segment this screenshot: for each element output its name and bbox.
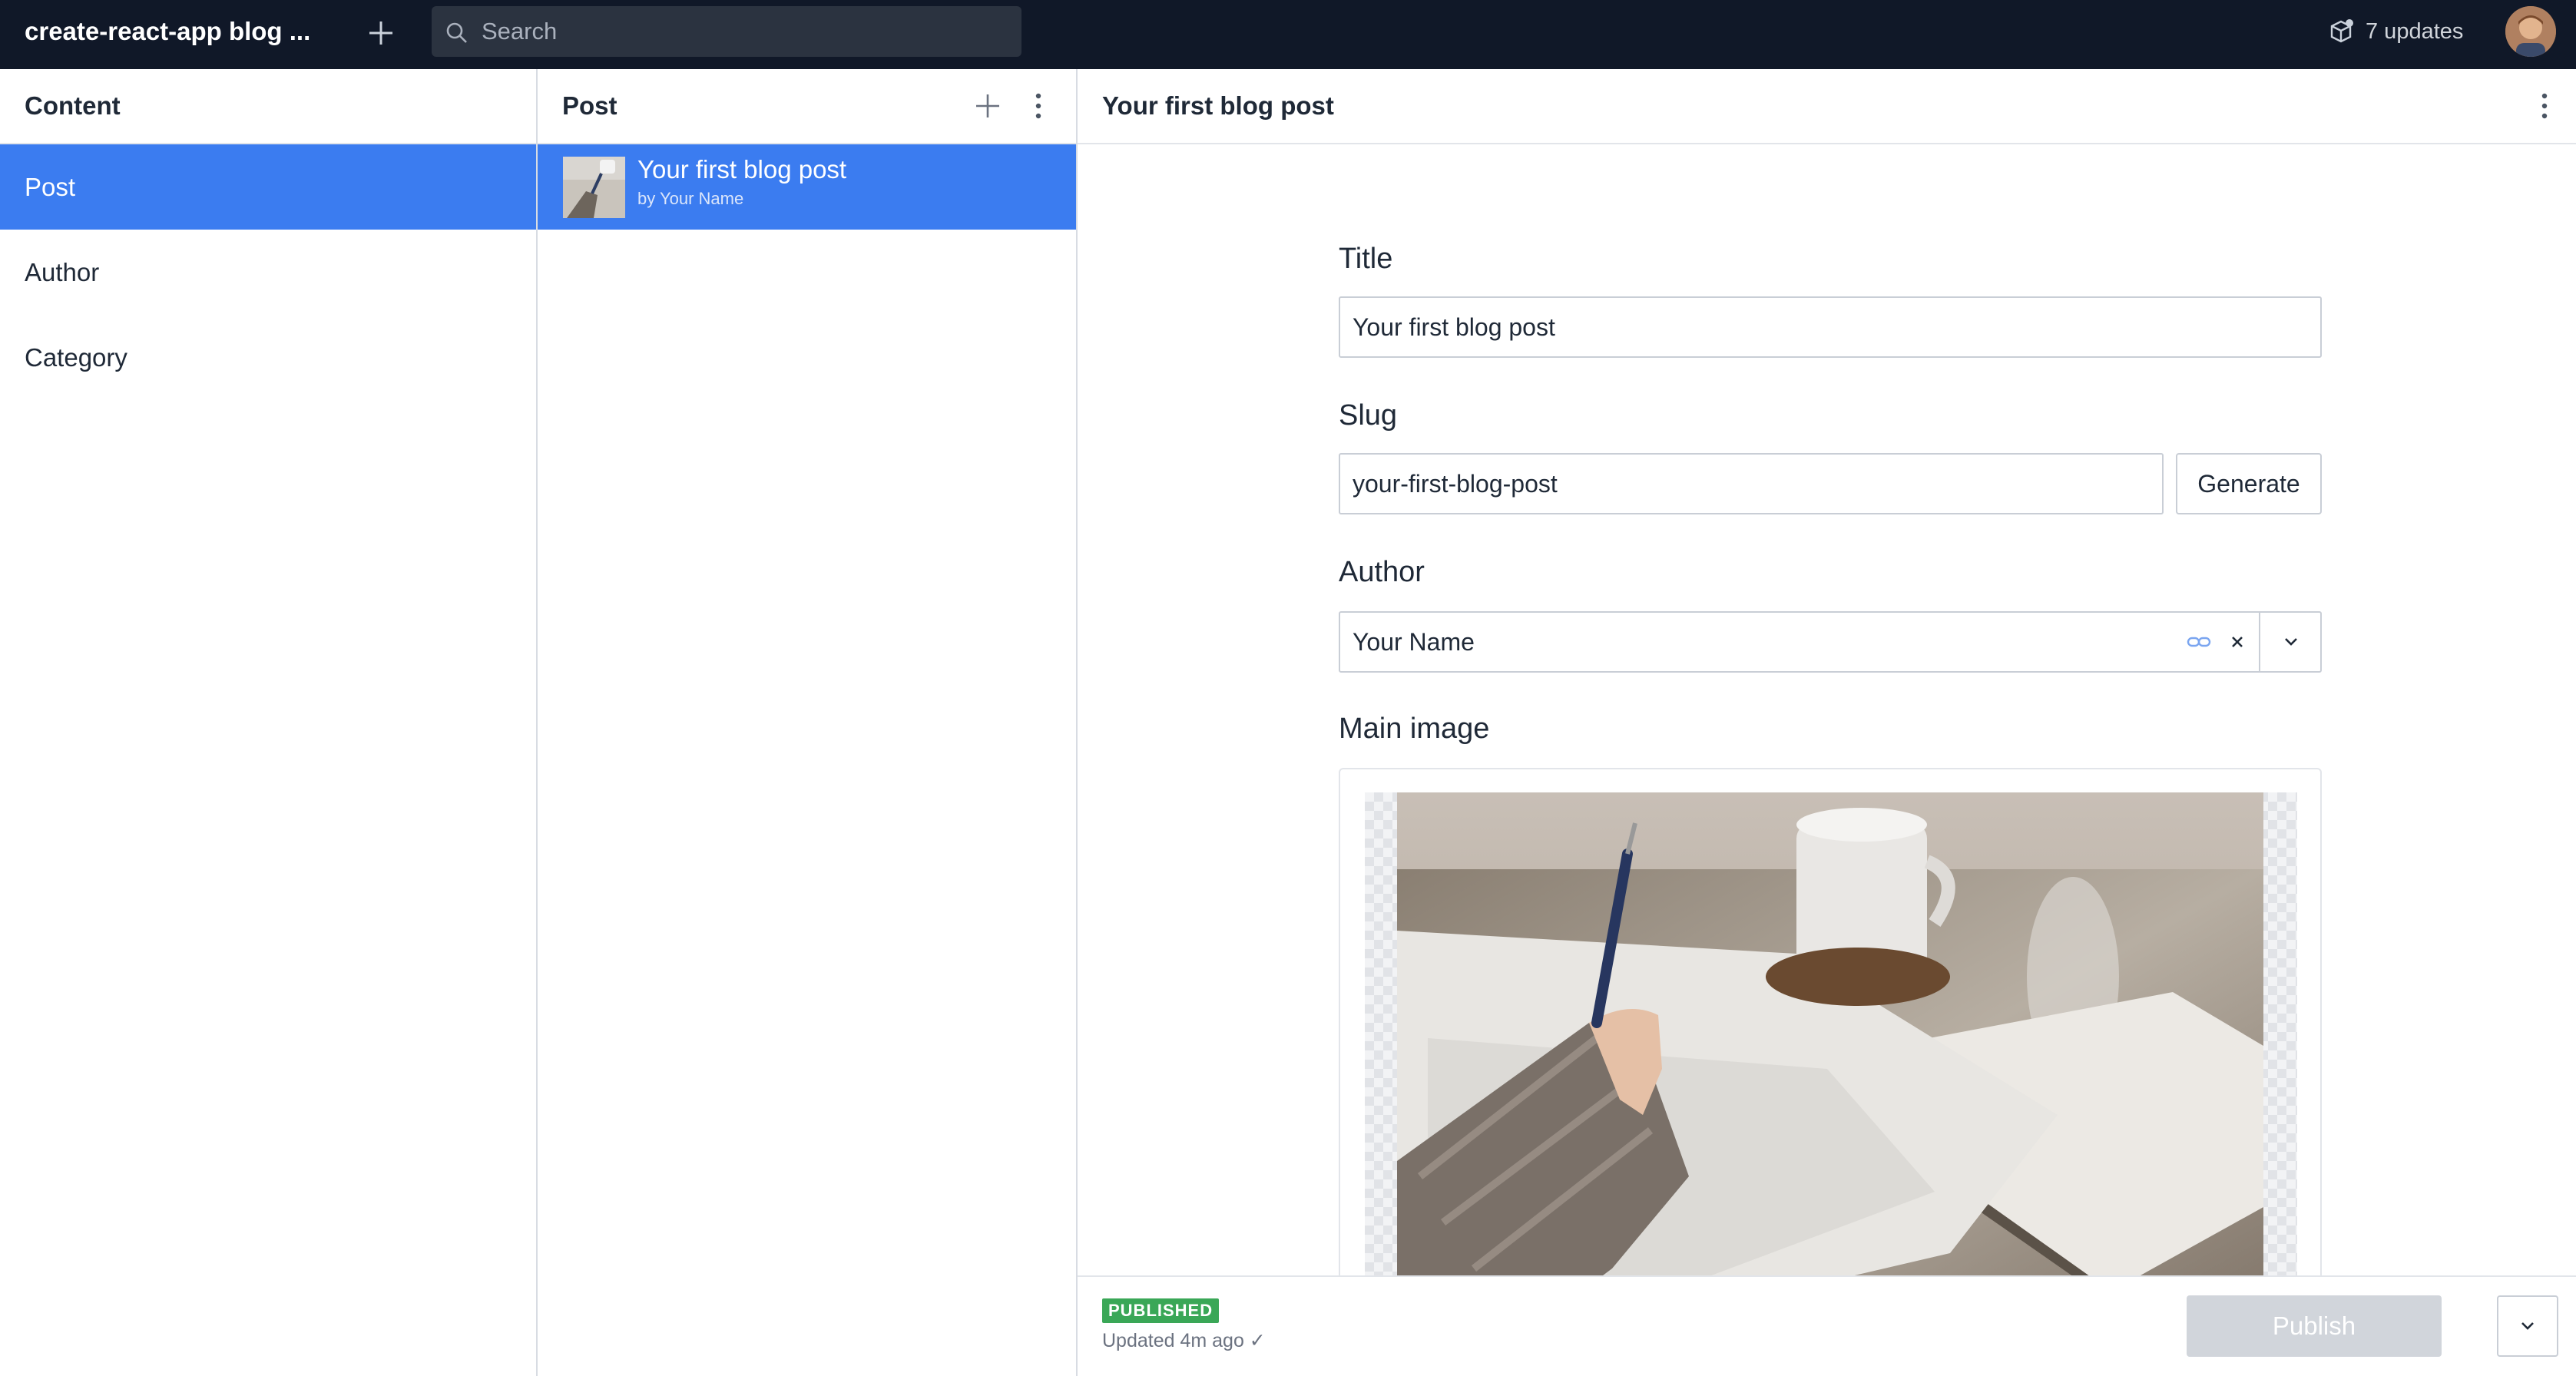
document-footer: PUBLISHED Updated 4m ago ✓ Publish [1078,1275,2576,1376]
post-pane-title: Post [562,91,618,120]
author-label: Author [1339,556,1425,588]
chevron-down-icon [2285,638,2297,646]
updates-button[interactable]: 7 updates [2327,12,2463,51]
avatar-image [2505,6,2556,57]
more-vertical-icon [1035,93,1041,119]
author-reference-field[interactable]: Your Name [1339,611,2322,673]
close-icon [2232,637,2243,647]
document-list-item[interactable]: Your first blog post by Your Name [538,144,1076,230]
document-thumbnail [563,157,625,218]
author-dropdown-button[interactable] [2260,613,2322,671]
plus-icon [976,94,999,117]
clear-reference-button[interactable] [2223,628,2251,656]
create-new-button[interactable] [361,15,401,49]
search-input[interactable] [482,6,1004,57]
generate-slug-button[interactable]: Generate [2176,453,2322,514]
create-post-button[interactable] [969,88,1006,124]
document-editor-pane: Your first blog post Title Your first bl… [1078,69,2576,1376]
title-label: Title [1339,243,1393,275]
nav-item-post[interactable]: Post [0,144,536,230]
thumbnail-image [563,157,625,218]
updates-label: 7 updates [2366,18,2464,44]
document-title-heading: Your first blog post [1102,91,1334,120]
document-header: Your first blog post [1078,69,2576,144]
post-list-pane: Post Your first blog post by Your Name [538,69,1078,1376]
content-pane-title: Content [25,91,121,120]
plus-icon [369,22,392,45]
package-icon [2330,19,2353,43]
user-avatar[interactable] [2505,6,2556,57]
app-title[interactable]: create-react-app blog ... [25,0,310,63]
updated-timestamp: Updated 4m ago ✓ [1102,1330,1266,1351]
content-pane: Content Post Author Category [0,69,538,1376]
title-field[interactable]: Your first blog post [1339,296,2322,358]
content-pane-header: Content [0,69,536,144]
author-value: Your Name [1353,628,1475,656]
document-subtitle: by Your Name [637,189,744,208]
nav-item-category[interactable]: Category [0,315,536,400]
chevron-down-icon [2521,1322,2534,1330]
top-bar: create-react-app blog ... 7 updates [0,0,2576,69]
post-pane-menu-button[interactable] [1020,88,1057,124]
document-menu-button[interactable] [2526,88,2563,124]
main-image-field[interactable] [1339,768,2322,1351]
document-title: Your first blog post [637,155,847,184]
more-vertical-icon [2541,93,2548,119]
link-icon [2187,637,2211,647]
publish-button[interactable]: Publish [2187,1295,2442,1357]
nav-item-author[interactable]: Author [0,230,536,315]
search-box[interactable] [432,6,1021,57]
slug-field[interactable]: your-first-blog-post [1339,453,2164,514]
open-reference-button[interactable] [2185,628,2213,656]
main-image-label: Main image [1339,713,1490,745]
main-image-preview [1397,792,2263,1350]
post-pane-header: Post [538,69,1076,144]
status-badge: PUBLISHED [1102,1298,1220,1323]
publish-menu-button[interactable] [2497,1295,2558,1357]
slug-label: Slug [1339,399,1398,432]
search-icon [446,22,467,43]
